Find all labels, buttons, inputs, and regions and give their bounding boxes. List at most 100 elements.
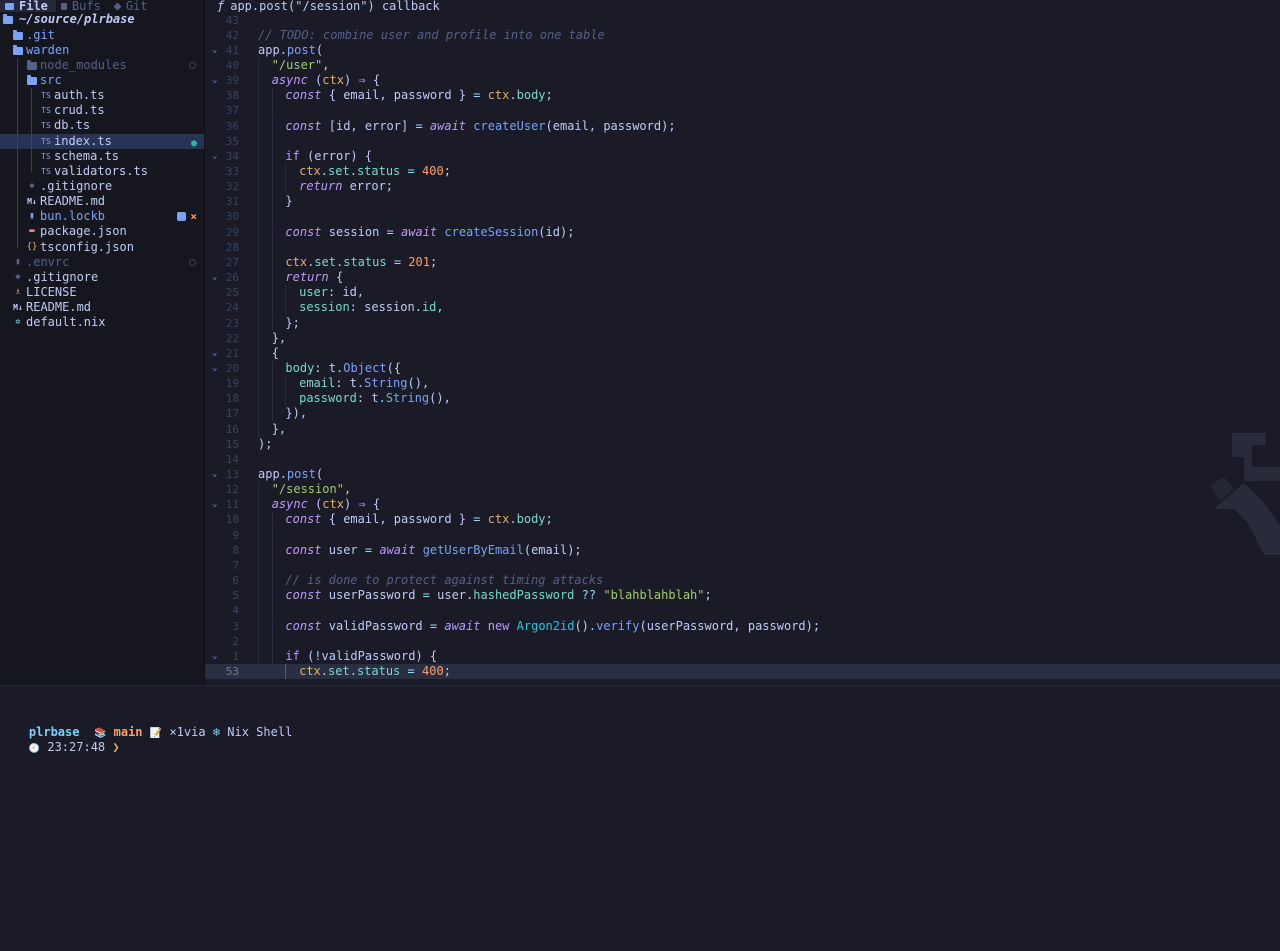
code-token: ( — [315, 42, 324, 57]
indent-guide — [271, 542, 273, 558]
code-text: user: id, — [299, 285, 364, 300]
code-line[interactable]: 15); — [205, 437, 1280, 452]
code-token: ; — [443, 164, 451, 178]
tree-item[interactable]: {} tsconfig.json — [0, 240, 204, 255]
code-line[interactable]: 43 — [205, 13, 1280, 28]
terminal-pane[interactable]: plrbase 📚 main 📝 ×1via ❄ Nix Shell 🕘 23:… — [0, 686, 1280, 951]
code-line[interactable]: 2 — [205, 633, 1280, 649]
code-line[interactable]: 23}; — [205, 315, 1280, 331]
code-line[interactable]: 6 // is done to protect against timing at… — [205, 573, 1280, 589]
indent-guide — [31, 88, 32, 172]
close-icon[interactable]: × — [190, 209, 197, 224]
code-line[interactable]: 35 — [205, 133, 1280, 149]
code-line[interactable]: 31} — [205, 194, 1280, 210]
code-line[interactable]: ⌄ 41 app.post( — [205, 43, 1280, 58]
code-line[interactable]: 3 const validPassword = await new Argon2i… — [205, 618, 1280, 634]
code-line[interactable]: 22}, — [205, 330, 1280, 346]
file-icon: ▮ — [15, 256, 21, 267]
code-line[interactable]: 27 ctx.set.status = 201; — [205, 254, 1280, 270]
code-line[interactable]: 19 email: t.String(), — [205, 376, 1280, 392]
indent-guide — [258, 542, 259, 558]
code-line[interactable]: 12 "/session", — [205, 482, 1280, 498]
tab-file[interactable]: File — [0, 0, 56, 12]
code-line[interactable]: 28 — [205, 239, 1280, 255]
code-token: status — [356, 164, 401, 178]
code-line[interactable]: 32 return error; — [205, 179, 1280, 195]
code-line[interactable]: 24 session: session.id, — [205, 300, 1280, 316]
code-line[interactable]: ⌄ 1 if (!validPassword) { — [205, 648, 1280, 664]
code-token: ⇒ — [358, 73, 366, 88]
tab-bufs[interactable]: Bufs — [56, 0, 109, 12]
code-line[interactable]: ⌄ 39 async (ctx) ⇒ { — [205, 73, 1280, 89]
code-text: // TODO: combine user and profile into o… — [258, 28, 605, 43]
explorer-root[interactable]: ~/source/plrbase — [0, 12, 204, 27]
json-icon: {} — [26, 241, 38, 252]
indent-guide — [271, 300, 273, 316]
tree-item-label: src — [40, 72, 62, 87]
code-line[interactable]: 38 const { email, password } = ctx.body; — [205, 88, 1280, 104]
tree-item[interactable]: warden — [0, 43, 204, 58]
tree-item[interactable]: ♗ LICENSE — [0, 285, 204, 300]
tree-item[interactable]: ◆ .gitignore — [0, 270, 204, 285]
line-number: 3 — [232, 619, 239, 633]
code-line[interactable]: 29 const session = await createSession(id… — [205, 224, 1280, 240]
code-line[interactable]: 37 — [205, 103, 1280, 119]
code-token: (email, password); — [545, 118, 676, 133]
code-line[interactable]: 42 // TODO: combine user and profile into… — [205, 28, 1280, 43]
code-line[interactable]: 10 const { email, password } = ctx.body; — [205, 512, 1280, 528]
code-line[interactable]: 16}, — [205, 421, 1280, 437]
indent-guide — [285, 285, 287, 301]
code-text: } — [285, 194, 292, 209]
breadcrumb: ƒ app.post("/session") callback — [205, 0, 1280, 12]
tree-item[interactable]: M↓ README.md — [0, 300, 204, 315]
tree-item[interactable]: ▮ .envrc — [0, 255, 204, 270]
code-line[interactable]: ⌄ 34 if (error) { — [205, 148, 1280, 164]
current-code-line[interactable]: 53 ctx.set.status = 400; — [205, 663, 1280, 679]
code-line[interactable]: ⌄ 21{ — [205, 345, 1280, 361]
code-token: session — [321, 224, 387, 239]
tree-item[interactable]: M↓ README.md — [0, 194, 204, 209]
tree-item[interactable]: ◆ .gitignore — [0, 179, 204, 194]
code-line[interactable]: 9 — [205, 527, 1280, 543]
code-line[interactable]: 14 — [205, 452, 1280, 467]
indent-guide — [271, 603, 273, 619]
shell-name: Nix Shell — [227, 725, 293, 739]
code-line[interactable]: 30 — [205, 209, 1280, 225]
code-line[interactable]: ⌄ 26 return { — [205, 270, 1280, 286]
code-line[interactable]: 36 const [id, error] = await createUser(e… — [205, 118, 1280, 134]
code-token: ( — [307, 497, 323, 512]
code-line[interactable]: 25 user: id, — [205, 285, 1280, 301]
tree-item[interactable]: node_modules — [0, 58, 204, 73]
code-line[interactable]: 18 password: t.String(), — [205, 391, 1280, 407]
code-text: if (error) { — [285, 149, 372, 164]
code-line[interactable]: ⌄ 13 app.post( — [205, 467, 1280, 482]
code-line[interactable]: 4 — [205, 603, 1280, 619]
code-editor[interactable]: ƒ app.post("/session") callback 43 42// TO… — [205, 0, 1280, 685]
code-line[interactable]: ⌄ 20 body: t.Object({ — [205, 360, 1280, 376]
tab-git[interactable]: Git — [109, 0, 156, 12]
code-line[interactable]: 8 const user = await getUserByEmail(email… — [205, 542, 1280, 558]
tree-item[interactable]: ✲ default.nix — [0, 315, 204, 330]
code-token: ; — [443, 663, 451, 678]
code-token: Object — [343, 360, 387, 375]
indent-guide — [271, 573, 273, 589]
snowflake-icon: ❄ — [212, 725, 221, 739]
tree-item[interactable]: ▬ package.json — [0, 224, 204, 239]
file-icon: ▮ — [29, 211, 35, 222]
code-line[interactable]: ⌄ 11 async (ctx) ⇒ { — [205, 497, 1280, 513]
code-token: ; — [545, 88, 553, 103]
code-token: body — [516, 88, 546, 103]
tree-item[interactable]: ▮ bun.lockb × — [0, 209, 204, 224]
indent-guide — [271, 239, 273, 255]
prompt-line-2[interactable]: 🕘 23:27:48 ❯ — [0, 725, 120, 754]
tree-item[interactable]: src — [0, 73, 204, 88]
code-line[interactable]: 5 const userPassword = user.hashedPasswor… — [205, 588, 1280, 604]
line-number: 17 — [225, 407, 239, 421]
tree-item[interactable]: .git — [0, 28, 204, 43]
line-number: 38 — [225, 89, 239, 103]
code-line[interactable]: 40 "/user", — [205, 57, 1280, 73]
code-token: await — [444, 618, 481, 633]
code-line[interactable]: 17}), — [205, 406, 1280, 422]
code-line[interactable]: 7 — [205, 557, 1280, 573]
code-line[interactable]: 33 ctx.set.status = 400; — [205, 164, 1280, 179]
